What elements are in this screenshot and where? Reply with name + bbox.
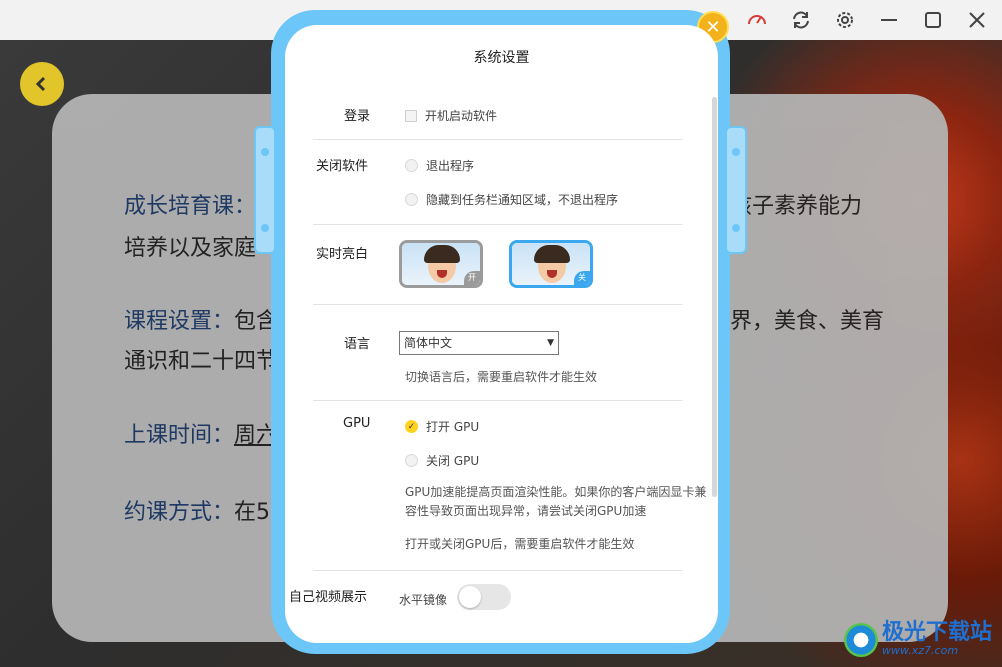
close-software-label: 关闭软件 xyxy=(316,159,369,174)
watermark-url: www.xz7.com xyxy=(881,644,959,657)
mirror-toggle[interactable] xyxy=(457,584,511,610)
chevron-left-icon xyxy=(35,76,46,92)
brightness-label: 实时亮白 xyxy=(316,247,369,262)
language-note: 切换语言后，需要重启软件才能生效 xyxy=(405,370,598,384)
brightness-off-thumbnail[interactable]: 关 xyxy=(509,240,593,288)
gpu-on-radio[interactable]: ✓ xyxy=(405,420,418,433)
gpu-on-label: 打开 GPU xyxy=(426,420,480,434)
card-line-right: 界，美食、美育 xyxy=(730,309,885,334)
gpu-note: GPU加速能提高页面渲染性能。如果你的客户端因显卡兼容性导致页面出现异常，请尝试… xyxy=(405,485,707,518)
divider xyxy=(313,224,683,225)
gpu-off-option[interactable]: 关闭 GPU xyxy=(405,452,479,469)
card-line: 通识和二十四节 xyxy=(124,349,279,374)
toggle-knob xyxy=(459,586,481,608)
refresh-icon[interactable] xyxy=(790,9,812,31)
settings-dialog: 系统设置 登录 开机启动软件 关闭软件 退出程序 隐藏到任务栏通知区域，不退出程… xyxy=(285,25,718,643)
brightness-on-thumbnail[interactable]: 开 xyxy=(399,240,483,288)
back-button[interactable] xyxy=(20,62,64,106)
exit-program-option[interactable]: 退出程序 xyxy=(405,157,474,174)
autostart-label: 开机启动软件 xyxy=(425,109,498,123)
brightness-off-tag: 关 xyxy=(574,271,590,285)
card-line-right: 孩子素养能力 xyxy=(730,194,863,219)
mirror-label: 水平镜像 xyxy=(399,593,448,607)
gear-icon[interactable] xyxy=(834,9,856,31)
window-controls xyxy=(746,9,988,31)
dialog-scrollbar[interactable] xyxy=(712,97,717,497)
divider xyxy=(313,139,683,140)
card-line: 培养以及家庭 xyxy=(124,236,257,261)
chevron-down-icon: ▼ xyxy=(547,338,554,348)
divider xyxy=(313,400,683,401)
dialog-left-tab xyxy=(254,126,276,254)
divider xyxy=(313,304,683,305)
language-select[interactable]: 简体中文 ▼ xyxy=(399,331,559,355)
speed-test-icon[interactable] xyxy=(746,9,768,31)
card-line: 成长培育课： xyxy=(124,194,257,219)
login-label: 登录 xyxy=(344,109,371,124)
dialog-right-tab xyxy=(725,126,747,254)
mirror-option: 水平镜像 xyxy=(399,591,447,608)
watermark: 极光下载站 www.xz7.com xyxy=(843,620,992,657)
card-line: 课程设置：包含 xyxy=(124,309,279,334)
language-label: 语言 xyxy=(344,337,371,352)
self-video-label: 自己视频展示 xyxy=(289,590,368,605)
maximize-icon[interactable] xyxy=(922,9,944,31)
divider xyxy=(313,570,683,571)
minimize-to-tray-label: 隐藏到任务栏通知区域，不退出程序 xyxy=(426,193,619,207)
dialog-title: 系统设置 xyxy=(473,50,530,66)
exit-program-label: 退出程序 xyxy=(426,159,475,173)
card-line: 约课方式：在5 xyxy=(124,500,271,525)
close-window-icon[interactable] xyxy=(966,9,988,31)
autostart-option[interactable]: 开机启动软件 xyxy=(405,107,497,124)
language-select-value: 简体中文 xyxy=(404,336,453,350)
minimize-icon[interactable] xyxy=(878,9,900,31)
exit-program-radio[interactable] xyxy=(405,159,418,172)
gpu-on-option[interactable]: ✓ 打开 GPU xyxy=(405,418,479,435)
watermark-logo-icon xyxy=(843,622,878,657)
watermark-title: 极光下载站 xyxy=(881,620,992,645)
minimize-to-tray-radio[interactable] xyxy=(405,193,418,206)
card-line: 上课时间：周六 xyxy=(124,423,279,448)
gpu-label: GPU xyxy=(343,416,371,431)
gpu-off-label: 关闭 GPU xyxy=(426,454,480,468)
autostart-checkbox[interactable] xyxy=(405,109,417,122)
gpu-off-radio[interactable] xyxy=(405,454,418,467)
gpu-restart-note: 打开或关闭GPU后，需要重启软件才能生效 xyxy=(405,537,635,551)
minimize-to-tray-option[interactable]: 隐藏到任务栏通知区域，不退出程序 xyxy=(405,191,618,208)
brightness-on-tag: 开 xyxy=(464,271,480,285)
